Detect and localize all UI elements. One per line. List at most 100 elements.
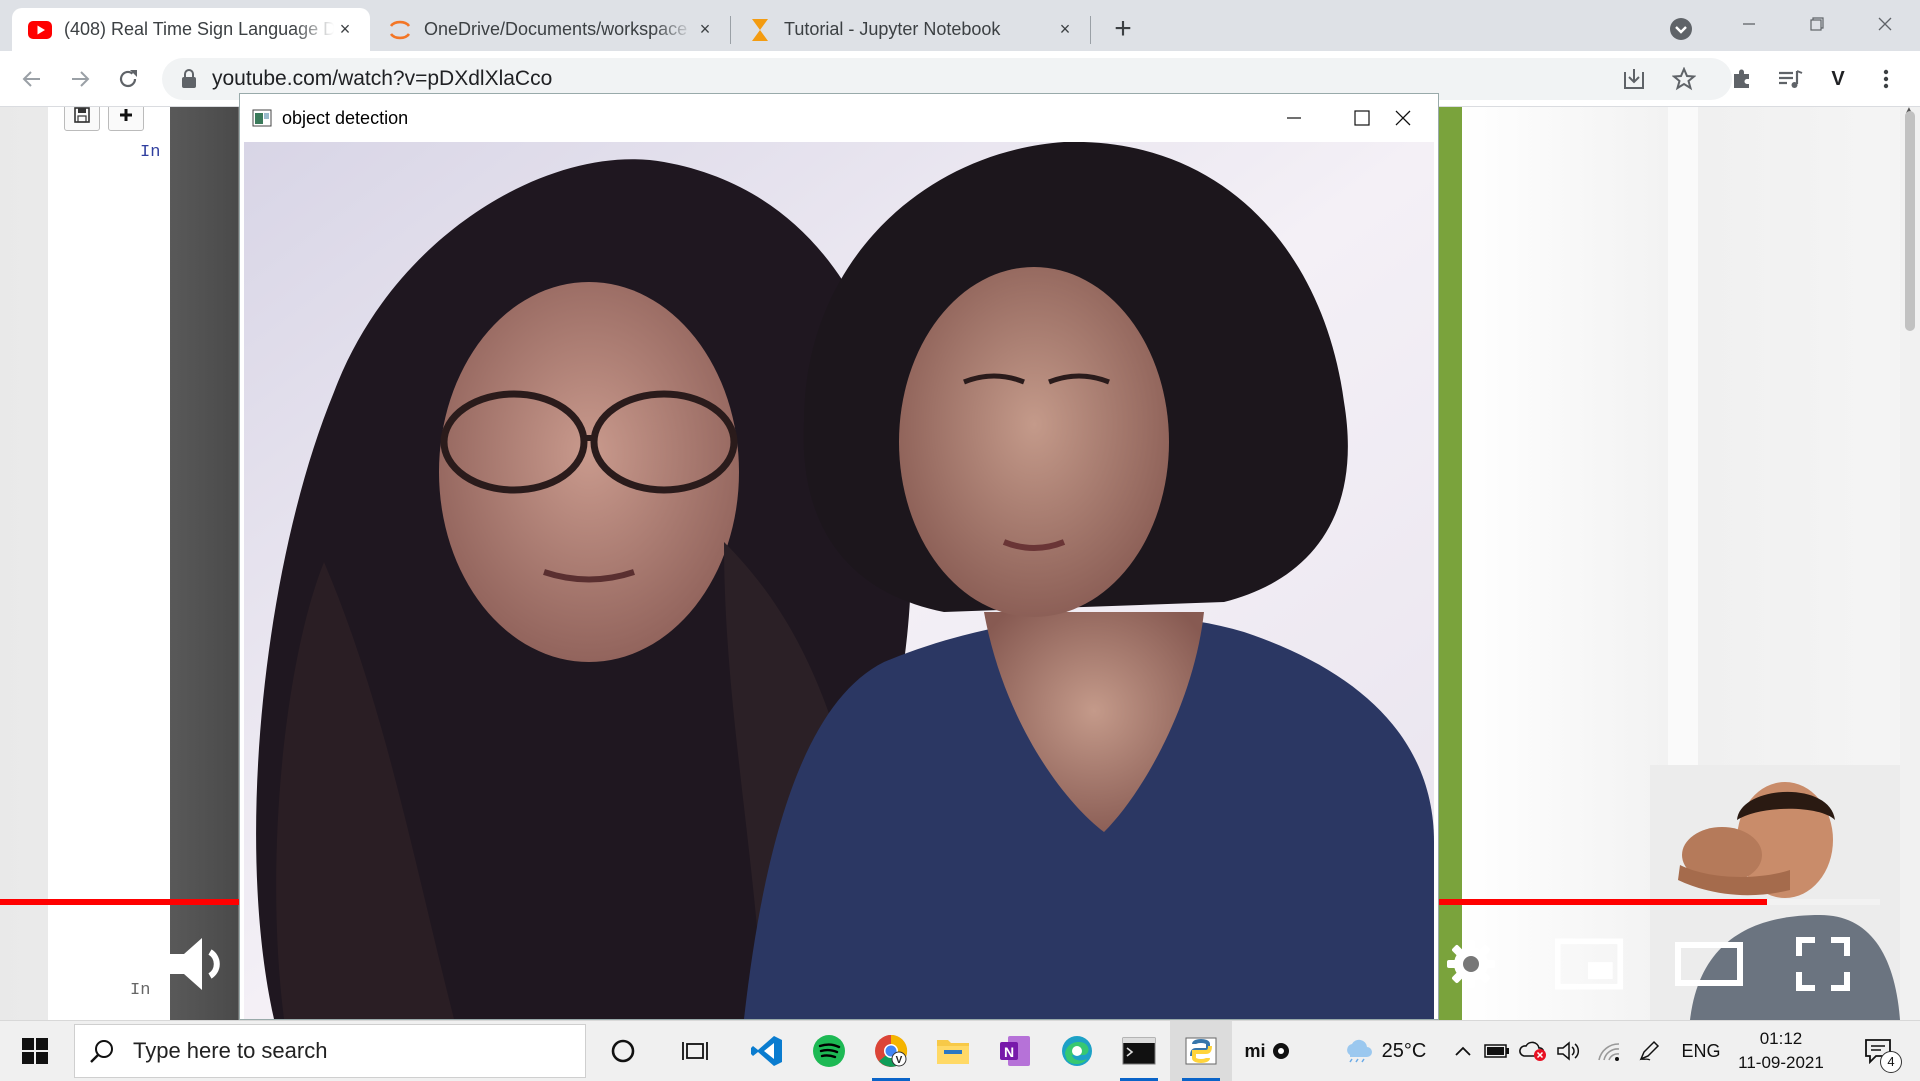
minimize-window-button[interactable] xyxy=(1718,6,1780,42)
webcam-frame xyxy=(244,142,1434,1019)
tab-youtube[interactable]: (408) Real Time Sign Language Detection … xyxy=(12,8,370,51)
search-input[interactable] xyxy=(133,1038,553,1064)
settings-button[interactable] xyxy=(1436,929,1506,999)
notification-count-badge: 4 xyxy=(1880,1051,1902,1073)
mi-tray-item[interactable]: mi xyxy=(1240,1021,1294,1081)
tab-separator xyxy=(730,16,731,44)
miniplayer-button[interactable] xyxy=(1554,929,1624,999)
bookmark-button[interactable] xyxy=(1666,61,1702,97)
fullscreen-button[interactable] xyxy=(1788,929,1858,999)
save-button[interactable] xyxy=(64,107,100,131)
add-cell-button[interactable] xyxy=(108,107,144,131)
cell-prompt: In xyxy=(130,981,151,1000)
restore-window-button[interactable] xyxy=(1786,6,1848,42)
hourglass-icon xyxy=(748,18,772,42)
window-title: object detection xyxy=(282,107,409,128)
vscode-app[interactable] xyxy=(736,1021,798,1081)
spotify-app[interactable] xyxy=(798,1021,860,1081)
media-control-button[interactable] xyxy=(1772,61,1808,97)
back-button[interactable] xyxy=(14,61,50,97)
tab-search-button[interactable] xyxy=(1666,14,1696,44)
playlist-music-icon xyxy=(1779,70,1803,88)
tab-onedrive[interactable]: OneDrive/Documents/workspace × xyxy=(372,8,730,51)
page-scrollbar[interactable]: ▲ xyxy=(1900,107,1920,1020)
url-input[interactable] xyxy=(212,67,1512,91)
profile-button[interactable]: V xyxy=(1820,61,1856,97)
terminal-app[interactable] xyxy=(1108,1021,1170,1081)
windows-taskbar: V N mi 25°C ENG 01:12 11-0 xyxy=(0,1020,1920,1081)
terminal-icon xyxy=(1122,1037,1156,1065)
pen-tray-button[interactable] xyxy=(1632,1021,1666,1081)
gear-icon xyxy=(1447,940,1495,988)
action-center-button[interactable]: 4 xyxy=(1848,1021,1908,1081)
chrome-app[interactable]: V xyxy=(860,1021,922,1081)
chevron-down-circle-icon xyxy=(1670,18,1692,40)
weather-temp: 25°C xyxy=(1381,1039,1427,1062)
plus-icon xyxy=(120,109,132,121)
tab-separator xyxy=(1090,16,1091,44)
jupyter-icon xyxy=(388,18,412,42)
kebab-menu-icon xyxy=(1883,69,1889,89)
battery-icon xyxy=(1484,1044,1509,1058)
new-tab-button[interactable]: + xyxy=(1106,12,1140,46)
cloud-error-icon xyxy=(1519,1041,1546,1061)
volume-tray-button[interactable] xyxy=(1552,1021,1586,1081)
theater-mode-button[interactable] xyxy=(1674,929,1744,999)
onedrive-status[interactable] xyxy=(1516,1021,1550,1081)
minimize-icon xyxy=(1743,23,1755,25)
input-language-button[interactable]: ENG xyxy=(1676,1021,1726,1081)
object-detection-window[interactable]: object detection xyxy=(239,93,1439,1020)
edge-app[interactable] xyxy=(1046,1021,1108,1081)
volume-icon xyxy=(170,938,220,990)
restore-icon xyxy=(1810,17,1824,31)
python-app[interactable] xyxy=(1170,1021,1232,1081)
volume-button[interactable] xyxy=(164,929,234,999)
od-close-button[interactable] xyxy=(1368,94,1438,142)
search-icon xyxy=(90,1040,113,1063)
onenote-app[interactable]: N xyxy=(984,1021,1046,1081)
lock-icon[interactable] xyxy=(180,69,198,89)
reload-button[interactable] xyxy=(110,61,146,97)
forward-button[interactable] xyxy=(62,61,98,97)
python-icon xyxy=(1185,1037,1217,1065)
scrollbar-thumb[interactable] xyxy=(1905,111,1915,331)
pen-icon xyxy=(1639,1040,1660,1061)
tab-jupyter-tutorial[interactable]: Tutorial - Jupyter Notebook × xyxy=(732,8,1090,51)
show-hidden-icons-button[interactable] xyxy=(1450,1021,1476,1081)
battery-indicator[interactable] xyxy=(1480,1021,1514,1081)
close-tab-icon[interactable]: × xyxy=(334,19,356,41)
close-tab-icon[interactable]: × xyxy=(1054,19,1076,41)
task-view-icon xyxy=(682,1042,708,1060)
task-view-button[interactable] xyxy=(664,1021,726,1081)
taskbar-clock[interactable]: 01:12 11-09-2021 xyxy=(1728,1027,1834,1075)
window-titlebar[interactable]: object detection xyxy=(240,94,1438,142)
cortana-circle-icon xyxy=(611,1039,635,1063)
install-app-button[interactable] xyxy=(1616,61,1652,97)
close-window-button[interactable] xyxy=(1854,6,1916,42)
network-tray-button[interactable] xyxy=(1592,1021,1626,1081)
extensions-button[interactable] xyxy=(1724,61,1760,97)
cortana-button[interactable] xyxy=(592,1021,654,1081)
file-explorer-app[interactable] xyxy=(922,1021,984,1081)
profile-initial: V xyxy=(1831,67,1845,90)
vscode-icon xyxy=(751,1036,782,1066)
onenote-icon: N xyxy=(1000,1036,1030,1066)
taskbar-search-box[interactable] xyxy=(74,1024,586,1078)
close-tab-icon[interactable]: × xyxy=(694,19,716,41)
chrome-icon: V xyxy=(875,1034,908,1067)
notebook-panel: In xyxy=(48,107,170,1020)
browser-tab-strip: (408) Real Time Sign Language Detection … xyxy=(0,0,1920,51)
clock-date: 11-09-2021 xyxy=(1738,1053,1824,1072)
start-button[interactable] xyxy=(0,1021,70,1081)
close-icon xyxy=(1395,110,1411,126)
skip-next-icon xyxy=(68,945,107,983)
install-icon xyxy=(1624,69,1644,89)
app-tray-icon xyxy=(1272,1043,1289,1059)
next-video-button[interactable] xyxy=(52,929,122,999)
svg-text:N: N xyxy=(1004,1044,1014,1060)
chrome-menu-button[interactable] xyxy=(1868,61,1904,97)
minimize-icon xyxy=(1287,117,1301,119)
youtube-icon xyxy=(28,18,52,42)
weather-widget[interactable]: 25°C xyxy=(1334,1021,1434,1081)
od-minimize-button[interactable] xyxy=(1260,94,1328,142)
